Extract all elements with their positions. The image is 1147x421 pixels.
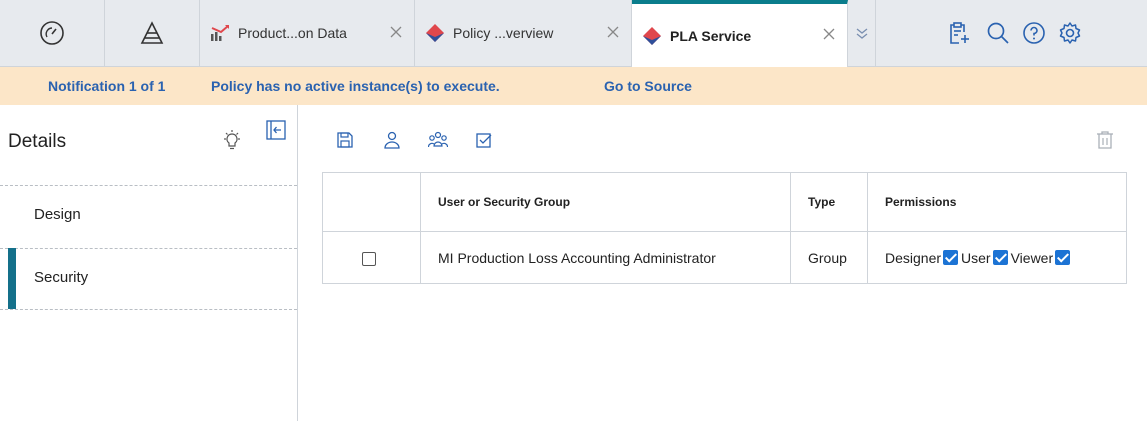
tab-policy-overview[interactable]: Policy ...verview [415,0,632,66]
tab-pla-service[interactable]: PLA Service [632,0,848,67]
sidebar-title: Details [8,131,67,152]
pyramid-icon [140,21,164,44]
sidebar-item-label: Security [34,269,89,286]
new-record-button[interactable] [946,20,972,46]
table-header-row: User or Security Group Type Permissions [322,172,1127,232]
tab-label: Policy ...verview [453,25,554,41]
add-user-button[interactable] [382,130,402,150]
check-permissions-button[interactable] [474,130,494,150]
details-sidebar: Details Design Security [0,105,298,421]
tab-production-data[interactable]: Product...on Data [200,0,415,66]
row-select-cell [322,231,421,284]
policy-diamond-icon [643,26,661,45]
user-group-icon [428,131,448,148]
permissions-cell: Designer User Viewer [867,231,1127,284]
settings-button[interactable] [1057,20,1083,46]
help-button[interactable] [1021,20,1047,46]
checkbox-check-icon [476,133,492,148]
add-group-button[interactable] [428,130,448,150]
search-icon [987,22,1009,44]
top-tab-bar: Product...on Data Policy ...verview PLA … [0,0,1147,67]
trash-icon [1097,131,1113,149]
pyramid-tile[interactable] [105,0,200,66]
dashboard-tile[interactable] [0,0,105,66]
permission-label: User [961,249,991,266]
policy-diamond-icon [426,24,444,42]
notification-bar: Notification 1 of 1 Policy has no active… [0,67,1147,105]
gear-icon [1059,22,1081,44]
tab-label: PLA Service [670,27,752,44]
collapse-panel-icon[interactable] [266,120,286,140]
permission-label: Viewer [1010,249,1054,266]
user-icon [384,131,400,149]
add-document-icon [950,22,969,44]
close-icon[interactable] [605,24,621,40]
column-header[interactable]: Permissions [867,172,1127,232]
search-button[interactable] [985,20,1011,46]
lightbulb-icon[interactable] [221,130,243,152]
security-table: User or Security Group Type Permissions … [322,172,1127,284]
notification-message: Policy has no active instance(s) to exec… [211,78,500,94]
delete-button[interactable] [1095,130,1115,150]
column-header[interactable]: Type [790,172,868,232]
speedometer-icon [40,21,64,45]
sidebar-item-design[interactable]: Design [0,185,297,245]
select-column-header [322,172,421,232]
help-icon [1023,22,1045,44]
save-icon [337,132,353,148]
double-chevron-down-icon [856,28,867,39]
notification-counter: Notification 1 of 1 [48,78,166,94]
permission-label: Designer [885,249,942,266]
column-header[interactable]: User or Security Group [420,172,791,232]
close-icon[interactable] [821,26,837,42]
close-icon[interactable] [388,24,404,40]
viewer-checkbox[interactable] [1055,249,1071,265]
sidebar-divider [0,309,297,310]
row-checkbox[interactable] [362,251,376,266]
go-to-source-link[interactable]: Go to Source [604,78,692,94]
sidebar-item-label: Design [34,206,81,223]
save-button[interactable] [335,130,355,150]
production-chart-icon [211,25,229,41]
type-cell: Group [790,231,868,284]
designer-checkbox[interactable] [943,249,959,265]
table-row: MI Production Loss Accounting Administra… [322,231,1127,284]
sidebar-item-security[interactable]: Security [0,248,297,309]
more-tabs-button[interactable] [848,0,876,66]
group-cell: MI Production Loss Accounting Administra… [420,231,791,284]
tab-label: Product...on Data [238,25,347,41]
user-checkbox[interactable] [992,249,1008,265]
